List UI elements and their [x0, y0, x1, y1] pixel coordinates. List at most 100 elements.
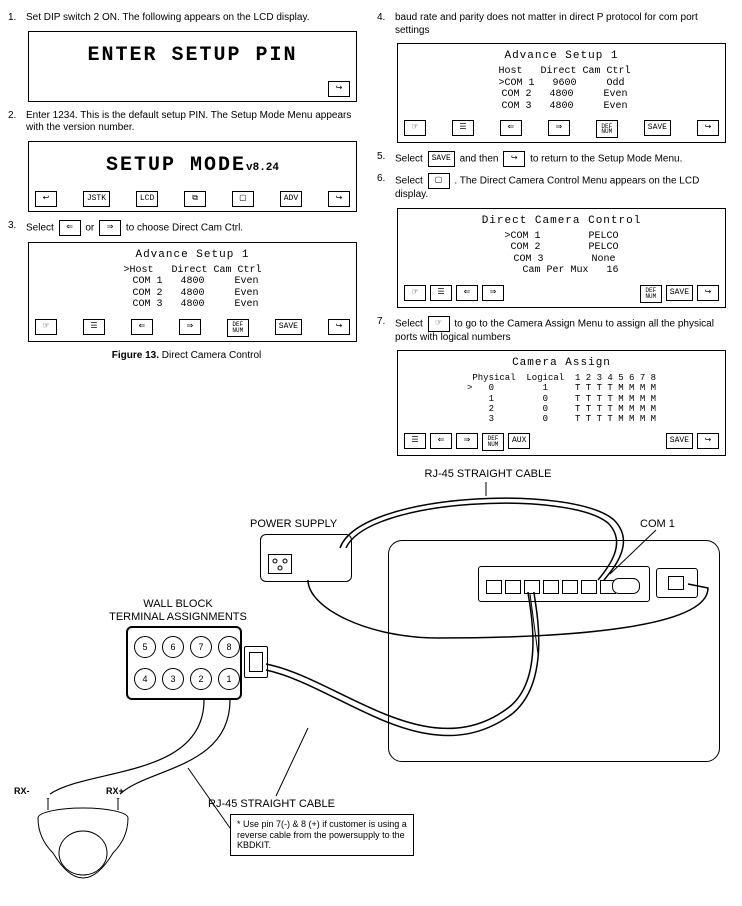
lcd-button-row: ↩ JSTK LCD ⧉ ▢ ADV ↪: [35, 187, 350, 207]
save-button[interactable]: SAVE: [666, 285, 693, 301]
left-arrow-icon[interactable]: ⇐: [59, 220, 81, 236]
left-arrow-icon[interactable]: ⇐: [131, 319, 153, 335]
lcd-button[interactable]: LCD: [136, 191, 158, 207]
com-port: [505, 580, 521, 594]
lcd-advance-setup-1: Advance Setup 1 >Host Direct Cam Ctrl CO…: [28, 242, 357, 342]
save-button[interactable]: SAVE: [428, 151, 455, 167]
com-port: [486, 580, 502, 594]
defnum-button[interactable]: DEF NUM: [596, 120, 618, 138]
label-rj45-bottom: RJ-45 STRAIGHT CABLE: [208, 798, 335, 810]
return-icon[interactable]: ↪: [328, 319, 350, 335]
step-1: 1. Set DIP switch 2 ON. The following ap…: [8, 12, 365, 25]
step-number: 6.: [377, 173, 389, 184]
hand-icon[interactable]: ☞: [404, 120, 426, 136]
left-arrow-icon[interactable]: ⇐: [430, 433, 452, 449]
return-icon[interactable]: ↪: [697, 285, 719, 301]
wiring-diagram: RJ-45 STRAIGHT CABLE POWER SUPPLY COM 1 …: [8, 468, 734, 898]
figure-caption: Figure 13. Direct Camera Control: [8, 350, 365, 361]
com-ports: [486, 580, 616, 594]
label-rj45-top: RJ-45 STRAIGHT CABLE: [388, 468, 588, 480]
label-wall-block-2: TERMINAL ASSIGNMENTS: [88, 611, 268, 623]
return-icon[interactable]: ↪: [328, 191, 350, 207]
cam-icon[interactable]: ▢: [232, 191, 254, 207]
serial-port: [612, 578, 640, 594]
step-number: 4.: [377, 12, 389, 23]
menu-icon[interactable]: ☰: [404, 433, 426, 449]
menu-icon[interactable]: ☰: [83, 319, 105, 335]
com-port: [543, 580, 559, 594]
return-icon[interactable]: ↪: [503, 151, 525, 167]
hand-icon[interactable]: ☞: [428, 316, 450, 332]
step-number: 2.: [8, 110, 20, 121]
com-port: [581, 580, 597, 594]
right-arrow-icon[interactable]: ⇒: [482, 285, 504, 301]
cam-icon[interactable]: ▢: [428, 173, 450, 189]
step-text: Set DIP switch 2 ON. The following appea…: [26, 12, 365, 25]
defnum-button[interactable]: DEF NUM: [640, 285, 662, 303]
rj45-plug-inner: [249, 652, 263, 672]
menu-icon[interactable]: ☰: [430, 285, 452, 301]
label-wall-block-1: WALL BLOCK: [88, 598, 268, 610]
step-3: 3. Select ⇐ or ⇒ to choose Direct Cam Ct…: [8, 220, 365, 236]
adv-button[interactable]: ADV: [280, 191, 302, 207]
step-text: Select SAVE and then ↪ to return to the …: [395, 151, 734, 167]
lcd-camera-assign: Camera Assign Physical Logical 1 2 3 4 5…: [397, 350, 726, 456]
left-arrow-icon[interactable]: ⇐: [456, 285, 478, 301]
right-arrow-icon[interactable]: ⇒: [99, 220, 121, 236]
note-box: * Use pin 7(-) & 8 (+) if customer is us…: [230, 814, 414, 856]
save-button[interactable]: SAVE: [275, 319, 302, 335]
defnum-button[interactable]: DEF NUM: [482, 433, 504, 451]
hand-icon[interactable]: ☞: [35, 319, 57, 335]
aux-button[interactable]: AUX: [508, 433, 530, 449]
terminal-8: 8: [218, 636, 240, 658]
step-7: 7. Select ☞ to go to the Camera Assign M…: [377, 316, 734, 345]
back-icon[interactable]: ↩: [35, 191, 57, 207]
terminal-7: 7: [190, 636, 212, 658]
right-arrow-icon[interactable]: ⇒: [548, 120, 570, 136]
terminal-5: 5: [134, 636, 156, 658]
step-number: 7.: [377, 316, 389, 327]
jstk-button[interactable]: JSTK: [83, 191, 110, 207]
lcd-direct-camera-control: Direct Camera Control >COM 1 PELCO COM 2…: [397, 208, 726, 308]
lcd-setup-mode: SETUP MODEv8.24 ↩ JSTK LCD ⧉ ▢ ADV ↪: [28, 141, 357, 212]
menu-icon[interactable]: ☰: [452, 120, 474, 136]
power-jack: [668, 576, 684, 590]
instruction-columns: 1. Set DIP switch 2 ON. The following ap…: [8, 8, 734, 464]
right-column: 4. baud rate and parity does not matter …: [377, 8, 734, 464]
label-rx-plus: RX+: [106, 786, 124, 796]
right-arrow-icon[interactable]: ⇒: [179, 319, 201, 335]
terminal-block: 5 6 7 8 4 3 2 1: [126, 626, 242, 700]
right-arrow-icon[interactable]: ⇒: [456, 433, 478, 449]
return-icon[interactable]: ↪: [697, 433, 719, 449]
lcd-button-row: ☞ ☰ ⇐ ⇒ DEF NUM SAVE ↪: [404, 281, 719, 303]
terminal-6: 6: [162, 636, 184, 658]
defnum-button[interactable]: DEF NUM: [227, 319, 249, 337]
return-icon[interactable]: ↪: [328, 81, 350, 97]
step-2: 2. Enter 1234. This is the default setup…: [8, 110, 365, 135]
split-icon[interactable]: ⧉: [184, 191, 206, 207]
lcd-button-row: ☞ ☰ ⇐ ⇒ DEF NUM SAVE ↪: [404, 116, 719, 138]
lcd-body: >COM 1 PELCO COM 2 PELCO COM 3 None Cam …: [404, 229, 719, 281]
save-button[interactable]: SAVE: [666, 433, 693, 449]
dome-camera: [28, 798, 138, 901]
lcd-body: >Host Direct Cam Ctrl COM 1 4800 Even CO…: [35, 263, 350, 315]
note-text: * Use pin 7(-) & 8 (+) if customer is us…: [237, 819, 407, 851]
step-text: baud rate and parity does not matter in …: [395, 12, 734, 37]
label-rx-minus: RX-: [14, 786, 30, 796]
step-number: 1.: [8, 12, 20, 23]
lcd-subtitle: Direct Camera Control: [404, 215, 719, 229]
step-number: 3.: [8, 220, 20, 231]
label-com1: COM 1: [640, 518, 675, 530]
save-button[interactable]: SAVE: [644, 120, 671, 136]
step-text: Select ☞ to go to the Camera Assign Menu…: [395, 316, 734, 345]
lcd-enter-pin: ENTER SETUP PIN ↪: [28, 31, 357, 102]
label-power-supply: POWER SUPPLY: [250, 518, 337, 530]
com-port: [562, 580, 578, 594]
return-icon[interactable]: ↪: [697, 120, 719, 136]
step-5: 5. Select SAVE and then ↪ to return to t…: [377, 151, 734, 167]
step-4: 4. baud rate and parity does not matter …: [377, 12, 734, 37]
left-arrow-icon[interactable]: ⇐: [500, 120, 522, 136]
lcd-body: Physical Logical 1 2 3 4 5 6 7 8 > 0 1 T…: [404, 371, 719, 429]
hand-icon[interactable]: ☞: [404, 285, 426, 301]
power-plug-icon: [268, 554, 292, 574]
